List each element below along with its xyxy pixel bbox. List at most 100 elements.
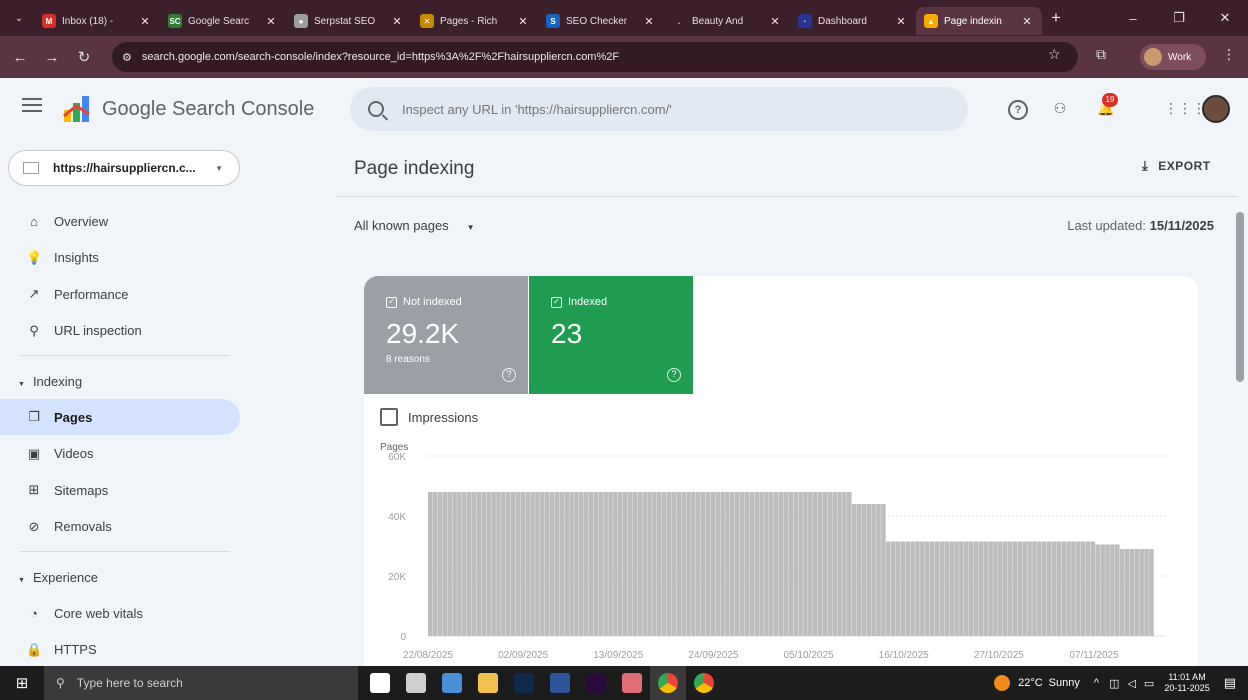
chart-bar — [788, 492, 794, 636]
task-view-icon[interactable] — [362, 666, 398, 700]
chart-bar — [520, 492, 526, 636]
tab-close-icon[interactable]: ✕ — [264, 15, 278, 28]
url-inspect-input[interactable] — [402, 101, 902, 117]
tab-close-icon[interactable]: ✕ — [768, 15, 782, 28]
sidebar-item-core-web-vitals[interactable]: ◔ Core web vitals — [0, 595, 240, 631]
file-explorer-icon[interactable] — [470, 666, 506, 700]
premiere-icon[interactable] — [578, 666, 614, 700]
chart-bar — [481, 492, 487, 636]
taskbar-search[interactable]: ⚲ Type here to search — [44, 666, 358, 700]
windows-start-icon[interactable]: ⊞ — [0, 674, 44, 692]
sidebar-item-pages[interactable]: ❐ Pages — [0, 399, 240, 435]
minimize-button[interactable]: – — [1110, 11, 1156, 26]
tab-close-icon[interactable]: ✕ — [138, 15, 152, 28]
sidebar-item-overview[interactable]: ⌂ Overview — [0, 203, 240, 239]
menu-icon[interactable] — [22, 98, 42, 114]
tab-close-icon[interactable]: ✕ — [642, 15, 656, 28]
chart-bar — [739, 492, 745, 636]
help-icon[interactable]: ? — [667, 368, 681, 382]
impressions-checkbox[interactable]: Impressions — [380, 408, 478, 426]
reload-button[interactable]: ↻ — [68, 48, 100, 66]
back-button[interactable]: ← — [4, 49, 36, 66]
tab-title: Serpstat SEO — [314, 15, 376, 27]
tray-chevron-icon[interactable]: ^ — [1094, 677, 1099, 689]
tab-search-dropdown[interactable]: ⌄ — [4, 3, 34, 33]
sidebar-item-label: Pages — [54, 409, 93, 425]
pages-filter-dropdown[interactable]: All known pages ▼ — [354, 218, 475, 233]
chrome-icon[interactable] — [686, 666, 722, 700]
close-window-button[interactable]: ✕ — [1202, 10, 1248, 26]
section-indexing[interactable]: ▼ Indexing — [18, 374, 82, 389]
taskbar-search-placeholder: Type here to search — [76, 676, 183, 690]
export-button[interactable]: ⤓ EXPORT — [1142, 158, 1211, 174]
battery-icon[interactable]: ▭ — [1144, 677, 1154, 690]
chart-bar — [764, 492, 769, 636]
property-favicon — [23, 162, 39, 174]
users-settings-icon[interactable]: ⚇ — [1050, 100, 1070, 120]
browser-tab[interactable]: · Dashboard ✕ — [790, 7, 916, 35]
notification-center-icon[interactable]: ▤ — [1224, 675, 1236, 691]
photoshop-icon[interactable] — [506, 666, 542, 700]
scrollbar[interactable] — [1236, 212, 1244, 382]
chart-bar — [1080, 541, 1086, 636]
notepad-icon[interactable] — [434, 666, 470, 700]
extensions-icon[interactable]: ⧉ — [1096, 46, 1106, 63]
browser-tab[interactable]: S SEO Checker ✕ — [538, 7, 664, 35]
clock[interactable]: 11:01 AM 20-11-2025 — [1164, 672, 1209, 694]
tab-close-icon[interactable]: ✕ — [1020, 15, 1034, 28]
browser-tab[interactable]: . Beauty And ✕ — [664, 7, 790, 35]
paint-icon[interactable] — [614, 666, 650, 700]
tab-title: Page indexin — [944, 15, 1002, 27]
weather-icon[interactable] — [994, 675, 1011, 691]
browser-tab[interactable]: ▲ Page indexin ✕ — [916, 7, 1042, 35]
not-indexed-tile[interactable]: ✓ Not indexed 29.2K 8 reasons ? — [364, 276, 528, 394]
sidebar-item-performance[interactable]: ↗ Performance — [0, 276, 240, 312]
browser-tab[interactable]: ✕ Pages - Rich ✕ — [412, 7, 538, 35]
chart-bar — [988, 541, 993, 636]
chart-bar — [827, 492, 833, 636]
url-inspect-search[interactable] — [350, 87, 968, 131]
sidebar-item-removals[interactable]: ⊘ Removals — [0, 509, 240, 545]
site-info-icon[interactable]: ⚙ — [122, 51, 132, 64]
tab-close-icon[interactable]: ✕ — [516, 15, 530, 28]
chart-bar — [574, 492, 579, 636]
maximize-button[interactable]: ❐ — [1156, 10, 1202, 26]
browser-tab[interactable]: M Inbox (18) - ✕ — [34, 7, 160, 35]
account-avatar[interactable] — [1202, 95, 1230, 123]
network-icon[interactable]: ◫ — [1109, 677, 1119, 690]
address-bar[interactable]: ⚙ search.google.com/search-console/index… — [112, 42, 1078, 72]
chrome-icon[interactable] — [650, 666, 686, 700]
sidebar-item-url-inspection[interactable]: ⚲ URL inspection — [0, 313, 240, 349]
bookmark-star-icon[interactable]: ☆ — [1048, 46, 1061, 63]
browser-menu-icon[interactable]: ⋮ — [1222, 46, 1236, 63]
property-selector[interactable]: https://hairsuppliercn.c... ▼ — [8, 150, 240, 186]
word-icon[interactable] — [542, 666, 578, 700]
browser-tab[interactable]: SC Google Searc ✕ — [160, 7, 286, 35]
chart-bar — [476, 492, 482, 636]
filter-label: All known pages — [354, 218, 449, 233]
tab-close-icon[interactable]: ✕ — [390, 15, 404, 28]
apps-grid-icon[interactable]: ⋮⋮⋮ — [1164, 100, 1206, 120]
profile-button[interactable]: Work — [1140, 44, 1206, 70]
chart-bar — [1012, 541, 1018, 636]
sidebar-item-sitemaps[interactable]: ⊞ Sitemaps — [0, 472, 240, 508]
tab-close-icon[interactable]: ✕ — [894, 15, 908, 28]
chart-bar — [442, 492, 448, 636]
help-icon[interactable]: ? — [1008, 100, 1028, 120]
new-tab-button[interactable]: + — [1042, 8, 1070, 28]
indexed-tile[interactable]: ✓ Indexed 23 ? — [529, 276, 693, 394]
browser-tab[interactable]: ● Serpstat SEO ✕ — [286, 7, 412, 35]
sidebar-item-videos[interactable]: ▣ Videos — [0, 436, 240, 472]
sidebar-item-insights[interactable]: 💡 Insights — [0, 240, 240, 276]
chart-bar — [920, 541, 925, 636]
widgets-icon[interactable] — [398, 666, 434, 700]
help-icon[interactable]: ? — [502, 368, 516, 382]
weather-text: Sunny — [1048, 677, 1080, 689]
chart-bar — [1066, 541, 1071, 636]
volume-icon[interactable]: ◁ — [1127, 677, 1135, 690]
chart-bar — [1061, 541, 1066, 636]
forward-button[interactable]: → — [36, 49, 68, 66]
clock-time: 11:01 AM — [1168, 672, 1206, 682]
sidebar-item-https[interactable]: 🔒 HTTPS — [0, 632, 240, 668]
section-experience[interactable]: ▼ Experience — [18, 570, 98, 585]
